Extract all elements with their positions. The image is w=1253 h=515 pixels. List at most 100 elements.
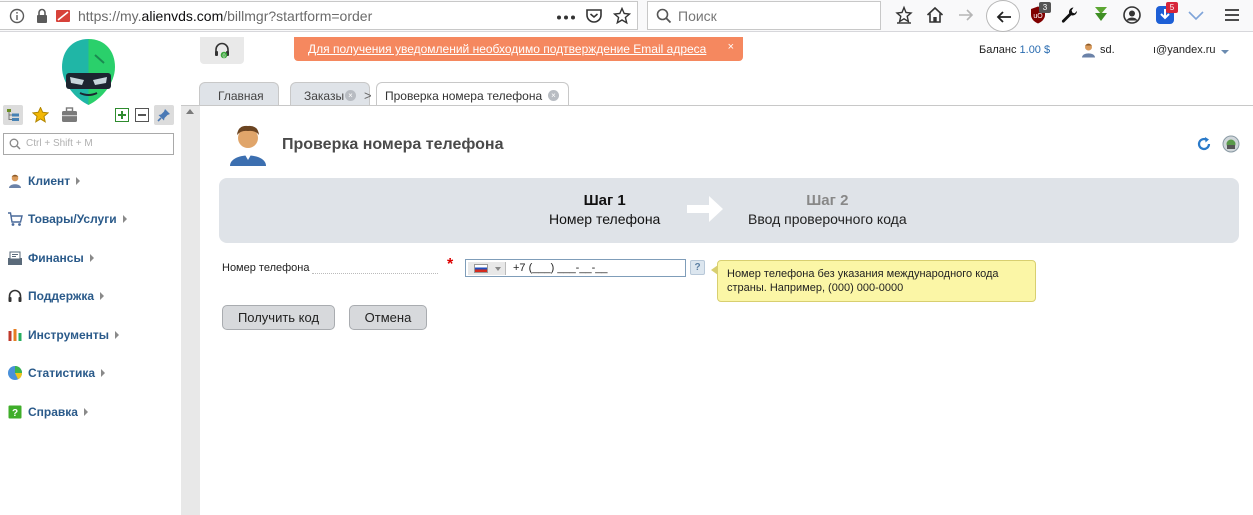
tree-icon bbox=[7, 109, 19, 121]
forward-icon[interactable] bbox=[956, 5, 976, 25]
sidebar-item-label: Товары/Услуги bbox=[28, 212, 117, 226]
svg-text:uO: uO bbox=[1033, 13, 1043, 20]
sidebar-item-tools[interactable]: Инструменты bbox=[7, 326, 120, 344]
field-hint-tooltip: Номер телефона без указания международно… bbox=[711, 260, 1036, 302]
expand-all-icon[interactable] bbox=[115, 108, 129, 122]
tabs-divider bbox=[181, 105, 1253, 106]
required-mark: * bbox=[447, 256, 454, 273]
chevron-right-icon bbox=[83, 408, 88, 416]
balance-value[interactable]: 1.00 $ bbox=[1020, 44, 1051, 56]
chevron-down-icon[interactable] bbox=[1221, 50, 1229, 54]
lock-icon[interactable] bbox=[35, 7, 49, 25]
client-icon bbox=[9, 174, 21, 188]
user-name: sd. bbox=[1100, 44, 1115, 56]
bookmark-star-icon[interactable] bbox=[613, 7, 631, 25]
sidebar-item-products[interactable]: Товары/Услуги bbox=[7, 210, 127, 228]
pin-icon bbox=[157, 109, 170, 122]
support-button[interactable]: 0 bbox=[200, 37, 244, 64]
sidebar-item-statistics[interactable]: Статистика bbox=[7, 364, 106, 382]
page-actions-icon[interactable] bbox=[557, 15, 575, 20]
help-icon[interactable] bbox=[1222, 135, 1240, 153]
sidebar-search-input[interactable]: Ctrl + Shift + M bbox=[3, 133, 174, 155]
arrow-right-icon bbox=[687, 196, 723, 222]
chevron-down-icon bbox=[495, 267, 501, 271]
browser-toolbar: https://my.alienvds.com/billmgr?startfor… bbox=[0, 0, 1253, 32]
sidebar-search-placeholder: Ctrl + Shift + M bbox=[26, 138, 93, 149]
tree-view-button[interactable] bbox=[3, 105, 23, 125]
get-code-button[interactable]: Получить код bbox=[222, 305, 335, 330]
tab-phone-verification[interactable]: Проверка номера телефона × bbox=[376, 82, 569, 106]
sidebar: Ctrl + Shift + M Клиент Товары/Услуги Фи… bbox=[0, 33, 181, 515]
user-avatar-icon bbox=[1082, 43, 1095, 58]
cancel-button[interactable]: Отмена bbox=[349, 305, 427, 330]
help-book-icon: ? bbox=[8, 405, 22, 419]
headset-icon bbox=[8, 289, 22, 302]
phone-field[interactable]: +7 (___) ___-__-__ bbox=[465, 259, 686, 277]
collapse-all-icon[interactable] bbox=[135, 108, 149, 122]
country-select[interactable] bbox=[468, 262, 506, 275]
back-button[interactable] bbox=[986, 0, 1020, 32]
step-1-title: Шаг 1 bbox=[583, 192, 626, 209]
sidebar-scrollbar[interactable] bbox=[181, 105, 200, 515]
close-icon[interactable]: × bbox=[548, 90, 559, 101]
account-email[interactable]: ı@yandex.ru bbox=[1153, 44, 1216, 56]
breadcrumb-separator: > bbox=[364, 88, 372, 103]
search-bar[interactable]: Поиск bbox=[647, 1, 881, 30]
russia-flag-icon bbox=[474, 264, 488, 273]
pocket-icon[interactable] bbox=[585, 7, 603, 25]
sidebar-item-label: Поддержка bbox=[28, 289, 95, 303]
chevron-right-icon bbox=[89, 254, 94, 262]
phone-label: Номер телефона bbox=[222, 262, 310, 274]
sidebar-item-client[interactable]: Клиент bbox=[7, 172, 81, 190]
back-arrow-icon bbox=[996, 11, 1011, 23]
email-confirmation-link[interactable]: Для получения уведомлений необходимо под… bbox=[308, 42, 706, 56]
sidebar-item-support[interactable]: Поддержка bbox=[7, 287, 105, 305]
scroll-up-icon[interactable] bbox=[186, 109, 194, 114]
sidebar-item-help[interactable]: ? Справка bbox=[7, 403, 88, 421]
sidebar-item-label: Справка bbox=[28, 405, 78, 419]
tab-orders[interactable]: Заказы × bbox=[290, 82, 370, 106]
briefcase-icon[interactable] bbox=[61, 107, 78, 123]
tools-icon bbox=[8, 329, 22, 341]
downloads-button[interactable]: 5 bbox=[1155, 2, 1178, 25]
wrench-icon[interactable] bbox=[1059, 5, 1079, 25]
user-menu[interactable]: sd. bbox=[1082, 43, 1115, 58]
step-2: Шаг 2 Ввод проверочного кода bbox=[748, 192, 907, 227]
hamburger-menu-icon[interactable] bbox=[1222, 5, 1242, 25]
chevron-down-icon[interactable] bbox=[1186, 5, 1206, 25]
info-icon[interactable] bbox=[9, 7, 25, 25]
chevron-right-icon bbox=[115, 331, 120, 339]
favorites-star-icon[interactable] bbox=[32, 107, 49, 123]
step-2-title: Шаг 2 bbox=[806, 192, 849, 209]
field-help-button[interactable]: ? bbox=[690, 260, 705, 275]
close-icon[interactable]: × bbox=[345, 90, 356, 101]
chevron-right-icon bbox=[101, 369, 106, 377]
refresh-icon[interactable] bbox=[1196, 136, 1212, 152]
url-bar[interactable]: https://my.alienvds.com/billmgr?startfor… bbox=[0, 1, 638, 30]
ublock-badge: 3 bbox=[1039, 2, 1051, 13]
chevron-right-icon bbox=[76, 177, 81, 185]
user-avatar-icon bbox=[230, 125, 266, 166]
search-icon bbox=[656, 8, 672, 24]
home-icon[interactable] bbox=[925, 5, 945, 25]
search-placeholder: Поиск bbox=[678, 8, 717, 24]
phone-input[interactable]: +7 (___) ___-__-__ bbox=[513, 262, 607, 274]
download-helper-icon[interactable] bbox=[1091, 5, 1111, 25]
tracking-blocked-icon[interactable] bbox=[55, 7, 71, 25]
step-1-description: Номер телефона bbox=[549, 211, 661, 227]
pin-sidebar-button[interactable] bbox=[154, 105, 174, 125]
label-leader-dots bbox=[312, 273, 438, 274]
page-title: Проверка номера телефона bbox=[282, 136, 504, 153]
ublock-button[interactable]: uO 3 bbox=[1028, 2, 1051, 25]
sidebar-item-finance[interactable]: Финансы bbox=[7, 249, 94, 267]
account-icon[interactable] bbox=[1122, 5, 1142, 25]
step-2-description: Ввод проверочного кода bbox=[748, 211, 907, 227]
tab-home[interactable]: Главная bbox=[199, 82, 279, 106]
chevron-right-icon bbox=[122, 215, 127, 223]
headset-icon: 0 bbox=[215, 42, 229, 59]
close-icon[interactable]: × bbox=[728, 41, 734, 53]
chart-icon bbox=[8, 366, 22, 380]
library-icon[interactable] bbox=[894, 5, 914, 25]
svg-text:?: ? bbox=[12, 408, 18, 419]
email-confirmation-banner: Для получения уведомлений необходимо под… bbox=[294, 37, 743, 61]
